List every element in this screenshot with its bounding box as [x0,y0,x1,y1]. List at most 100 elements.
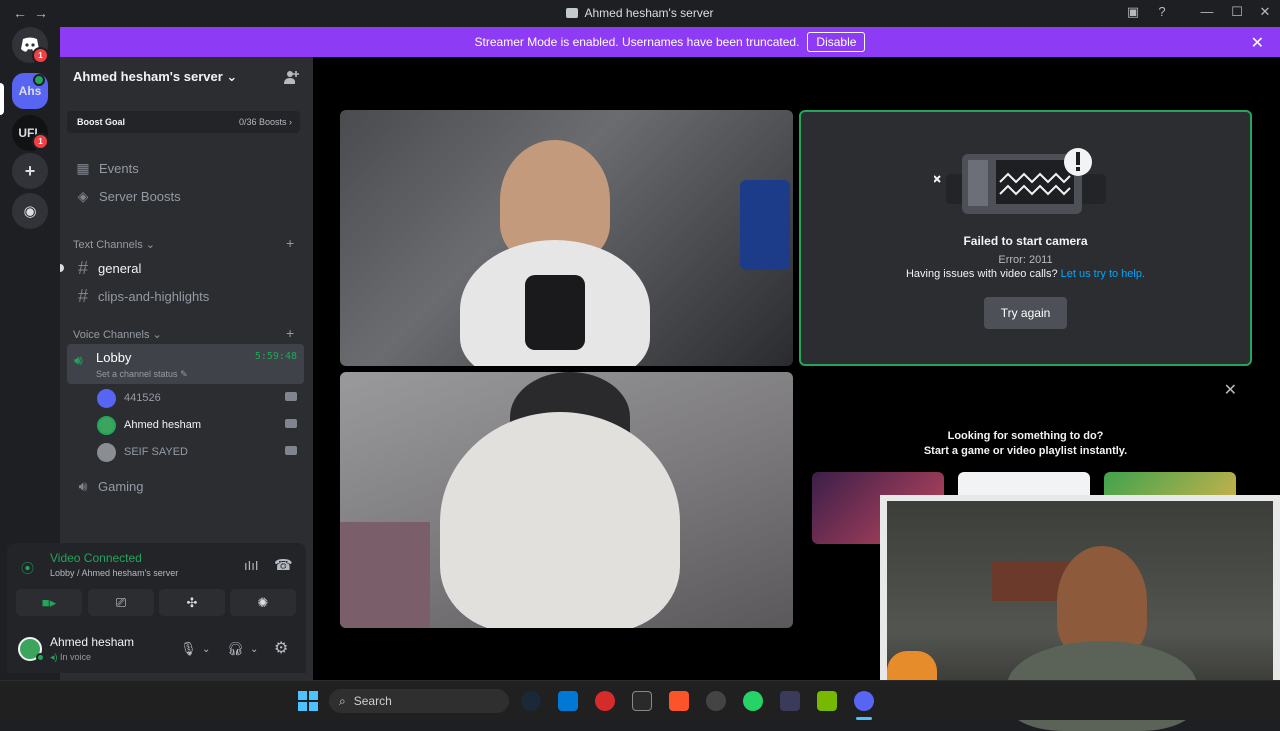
hash-icon: # [77,285,88,306]
taskbar-search[interactable]: ⌕ Search [329,689,509,713]
add-server-button[interactable]: + [12,153,48,189]
screen-share-button[interactable]: ⎚ [88,589,154,616]
add-text-channel-icon[interactable]: + [286,235,294,251]
minimize-icon[interactable]: — [1197,4,1217,22]
signal-icon[interactable]: ⦿ [21,558,34,577]
close-window-icon[interactable]: ✕ [1255,4,1275,22]
screen-share-icon: ⎚ [115,594,127,610]
invite-people-icon[interactable] [283,69,301,87]
user-name[interactable]: Ahmed hesham [50,635,134,649]
noise-suppression-icon[interactable]: ıIıI [244,558,258,573]
avatar [97,415,116,435]
server-icon [566,8,579,18]
nav-boosts-label: Server Boosts [99,188,181,204]
chevron-down-icon: ⌄ [145,239,155,251]
voice-location: Lobby / Ahmed hesham's server [50,568,179,578]
close-icon[interactable]: ✕ [1251,33,1264,53]
server-header[interactable]: Ahmed hesham's server ⌄ [60,57,313,99]
boost-goal-value: 0/36 Boosts › [238,117,292,127]
app-icon[interactable] [780,691,800,711]
discord-taskbar-icon[interactable] [854,691,874,711]
lobby-label: Lobby [96,350,132,365]
blanket-image [340,522,430,628]
voice-connected-panel: ⦿ Video Connected Lobby / Ahmed hesham's… [7,543,306,623]
search-label: Search [353,694,392,708]
boost-goal-bar[interactable]: Boost Goal 0/36 Boosts › [67,111,300,133]
server-ahs-label: Ahs [18,84,42,98]
microphone-icon[interactable]: 🎙︎ [180,641,197,657]
nav-server-boosts[interactable]: ◈ Server Boosts [68,183,305,209]
gear-icon[interactable]: ⚙ [274,638,288,658]
avatar [97,388,116,408]
voice-indicator-icon [33,74,45,86]
banner-text: Streamer Mode is enabled. Usernames have… [474,35,800,49]
video-tile-participant-2[interactable] [340,372,793,628]
steam-icon[interactable] [521,691,541,711]
brave-browser-icon[interactable] [669,691,689,711]
search-icon: ⌕ [339,693,346,708]
speaker-icon: ◂) [50,652,58,662]
headphones-icon[interactable]: 🎧︎ [227,641,244,657]
channel-general-label: general [98,260,142,276]
chevron-down-icon[interactable]: ⌄ [202,644,210,655]
app-icon[interactable] [706,691,726,711]
voice-channel-gaming[interactable]: 🔊︎ Gaming [68,473,305,499]
unread-indicator [60,264,64,272]
epic-games-icon[interactable] [632,691,652,711]
windows-start-icon[interactable] [298,691,318,711]
voice-user[interactable]: Ahmed hesham [97,413,305,437]
maximize-icon[interactable]: ☐ [1227,4,1247,22]
voice-user[interactable]: SEIF SAYED [97,440,305,464]
help-icon[interactable]: ? [1152,4,1172,22]
soundboard-icon: ✺ [257,594,269,610]
boost-gem-icon: ◈ [77,187,89,204]
vscode-icon[interactable] [558,691,578,711]
camera-error-code: Error: 2011 [998,254,1053,266]
camera-help-text: Having issues with video calls? Let us t… [905,268,1146,280]
set-channel-status[interactable]: Set a channel status ✎ [96,369,188,380]
camera-button[interactable]: ■▸ [16,589,82,616]
camera-icon [285,446,297,455]
nav-events[interactable]: ▦ Events [68,155,305,181]
add-voice-channel-icon[interactable]: + [286,325,294,341]
channel-clips-label: clips-and-highlights [98,288,210,304]
streamer-mode-banner: Streamer Mode is enabled. Usernames have… [60,27,1280,57]
channel-clips-and-highlights[interactable]: # clips-and-highlights [68,283,305,309]
chevron-down-icon[interactable]: ⌄ [250,644,258,655]
broken-camera-icon [934,148,1106,214]
help-link[interactable]: Let us try to help. [1061,268,1145,280]
voice-user[interactable]: 441526 [97,386,305,410]
activities-button[interactable]: ✣ [159,589,225,616]
app-icon[interactable] [595,691,615,711]
channel-general[interactable]: # general [68,255,305,281]
voice-channel-lobby[interactable]: 🔊︎ Lobby Set a channel status ✎ 5:59:48 [67,344,304,384]
home-badge: 1 [32,47,49,64]
explore-button[interactable]: ◉ [12,193,48,229]
server-name: Ahmed hesham's server ⌄ [73,69,238,84]
chevron-down-icon: ⌄ [152,329,162,341]
disconnect-icon[interactable]: ☎ [274,556,293,574]
ufl-badge: 1 [32,133,49,150]
camera-error-title: Failed to start camera [963,234,1088,248]
taskbar: ⌕ Search [0,680,1280,720]
close-icon[interactable]: ✕ [1224,380,1237,400]
soundboard-button[interactable]: ✺ [230,589,296,616]
disable-streamer-mode-button[interactable]: Disable [807,32,866,52]
voice-user-name: Ahmed hesham [124,419,202,431]
voice-channels-category[interactable]: Voice Channels ⌄ [73,328,162,341]
video-tile-participant-1[interactable] [340,110,793,366]
whatsapp-icon[interactable] [743,691,763,711]
participant-shirt [440,412,680,628]
call-timer: 5:59:48 [254,351,297,362]
voice-user-name: 441526 [124,392,161,404]
voice-status[interactable]: Video Connected [50,551,142,565]
inbox-icon[interactable]: ▣ [1123,4,1143,22]
title-bar: ← → Ahmed hesham's server ▣ ? — ☐ ✕ [0,0,1280,27]
nvidia-icon[interactable] [817,691,837,711]
camera-icon [285,392,297,401]
plus-icon: + [24,160,36,181]
try-again-button[interactable]: Try again [984,297,1067,329]
compass-icon: ◉ [23,203,37,220]
boost-goal-label: Boost Goal [77,117,126,127]
text-channels-category[interactable]: Text Channels ⌄ [73,238,155,251]
